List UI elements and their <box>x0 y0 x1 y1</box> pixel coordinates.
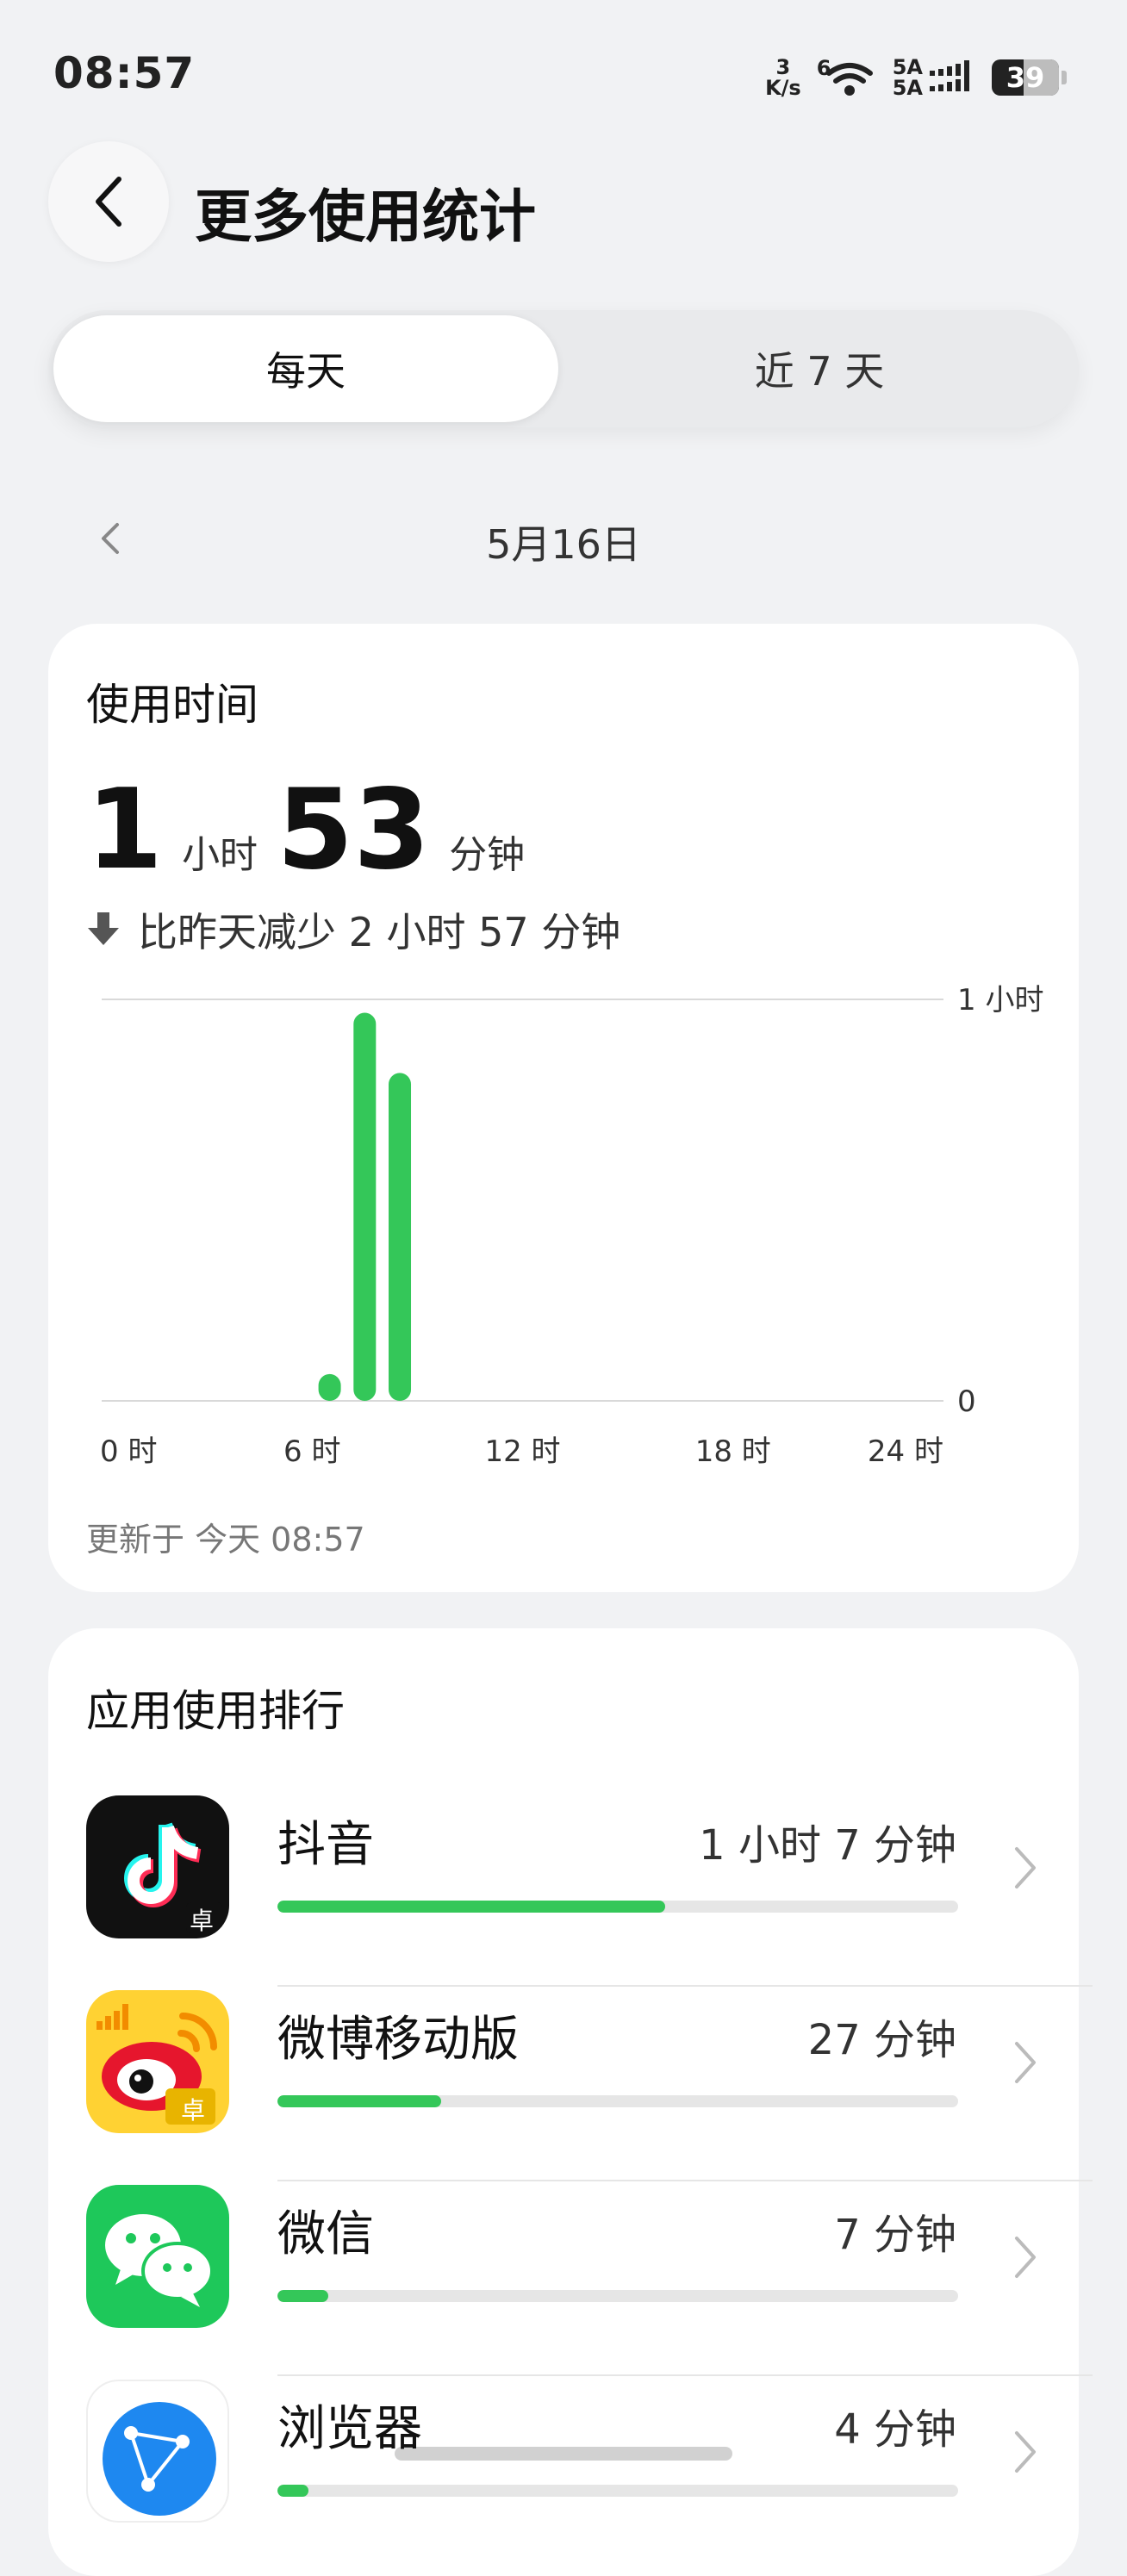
chevron-right-icon <box>1015 2042 1036 2083</box>
ranking-heading: 应用使用排行 <box>86 1686 345 1736</box>
divider <box>277 2180 1093 2181</box>
usage-heading: 使用时间 <box>86 680 258 730</box>
battery-level: 39 <box>1006 61 1045 94</box>
total-usage: 1 小时 53 分钟 <box>86 775 525 886</box>
usage-comparison: 比昨天减少 2 小时 57 分钟 <box>86 901 620 958</box>
usage-progress-fill <box>277 2485 308 2497</box>
app-usage-time: 4 分钟 <box>834 2405 956 2454</box>
arrow-down-icon <box>88 912 119 945</box>
sim2-label: 5A <box>892 76 923 100</box>
douyin-icon: 卓 <box>86 1795 229 1938</box>
chart-bar <box>389 1073 412 1401</box>
chart-x-tick-label: 18 时 <box>695 1434 771 1469</box>
chevron-left-icon <box>96 177 121 227</box>
tab-daily[interactable]: 每天 <box>53 315 558 422</box>
app-row-browser[interactable]: 浏览器 4 分钟 <box>86 2380 1043 2574</box>
chart-y-tick-label: 1 小时 <box>957 983 1043 1017</box>
chart-x-tick-label: 0 时 <box>100 1434 157 1469</box>
hourly-usage-chart: 1 小时 0 0 时 6 时 12 时 18 时 24 时 <box>100 983 1043 1469</box>
page-title: 更多使用统计 <box>195 184 536 250</box>
usage-progress-bar <box>277 1901 958 1913</box>
usage-progress-bar <box>277 2485 958 2497</box>
period-tabs: 每天 近 7 天 <box>48 310 1079 427</box>
sim1-label: 5A <box>892 55 923 79</box>
status-time: 08:57 <box>53 48 196 98</box>
updated-time: 更新于 今天 08:57 <box>86 1521 365 1559</box>
usage-progress-fill <box>277 2095 441 2107</box>
wifi-icon: 6 <box>817 56 877 99</box>
app-usage-time: 1 小时 7 分钟 <box>699 1821 956 1870</box>
app-badge: 卓 <box>190 1907 215 1935</box>
usage-hours: 1 <box>86 766 164 894</box>
usage-progress-fill <box>277 1901 666 1913</box>
home-indicator[interactable] <box>395 2447 732 2461</box>
chart-y-tick-label: 0 <box>957 1384 976 1419</box>
chart-bar <box>353 1012 377 1401</box>
network-speed-value: 3 <box>775 55 791 79</box>
weibo-icon: 卓 <box>86 1990 229 2133</box>
usage-minutes-unit: 分钟 <box>449 833 526 877</box>
app-row-weibo[interactable]: 卓 微博移动版 27 分钟 <box>86 1990 1093 2185</box>
chart-x-tick-label: 12 时 <box>484 1434 560 1469</box>
divider <box>277 1985 1093 1987</box>
chevron-right-icon <box>1015 2237 1036 2278</box>
app-row-wechat[interactable]: 微信 7 分钟 <box>86 2185 1093 2380</box>
app-row-douyin[interactable]: 卓 抖音 1 小时 7 分钟 <box>86 1795 1093 1990</box>
app-name: 微博移动版 <box>277 2012 519 2068</box>
app-usage-time: 7 分钟 <box>834 2211 956 2259</box>
chart-bar <box>318 1373 341 1401</box>
usage-minutes: 53 <box>277 766 431 894</box>
usage-hours-unit: 小时 <box>182 833 258 877</box>
comparison-text: 比昨天减少 2 小时 57 分钟 <box>138 909 621 955</box>
app-name: 微信 <box>277 2206 374 2262</box>
usage-progress-bar <box>277 2290 958 2302</box>
cellular-signal-icon: 5A 5A <box>893 57 976 98</box>
usage-progress-fill <box>277 2290 329 2302</box>
app-badge: 卓 <box>181 2096 206 2125</box>
current-date: 5月16日 <box>486 521 641 568</box>
back-button[interactable] <box>48 141 169 262</box>
app-name: 抖音 <box>277 1817 374 1873</box>
battery-icon: 39 <box>992 59 1067 96</box>
usage-progress-bar <box>277 2095 958 2107</box>
wechat-icon <box>86 2185 229 2328</box>
network-speed: 3 K/s <box>765 57 801 98</box>
app-usage-time: 27 分钟 <box>807 2016 956 2064</box>
chevron-right-icon <box>1015 2431 1036 2473</box>
divider <box>277 2374 1093 2376</box>
browser-icon <box>86 2380 229 2523</box>
status-icons: 3 K/s 6 5A 5A 39 <box>765 53 1067 102</box>
tab-last-7-days[interactable]: 近 7 天 <box>565 315 1074 422</box>
chart-x-tick-label: 24 时 <box>868 1434 943 1469</box>
chevron-right-icon <box>1015 1847 1036 1888</box>
network-speed-unit: K/s <box>765 76 801 100</box>
wifi-label: 6 <box>816 56 831 80</box>
chart-x-tick-label: 6 时 <box>283 1434 340 1469</box>
